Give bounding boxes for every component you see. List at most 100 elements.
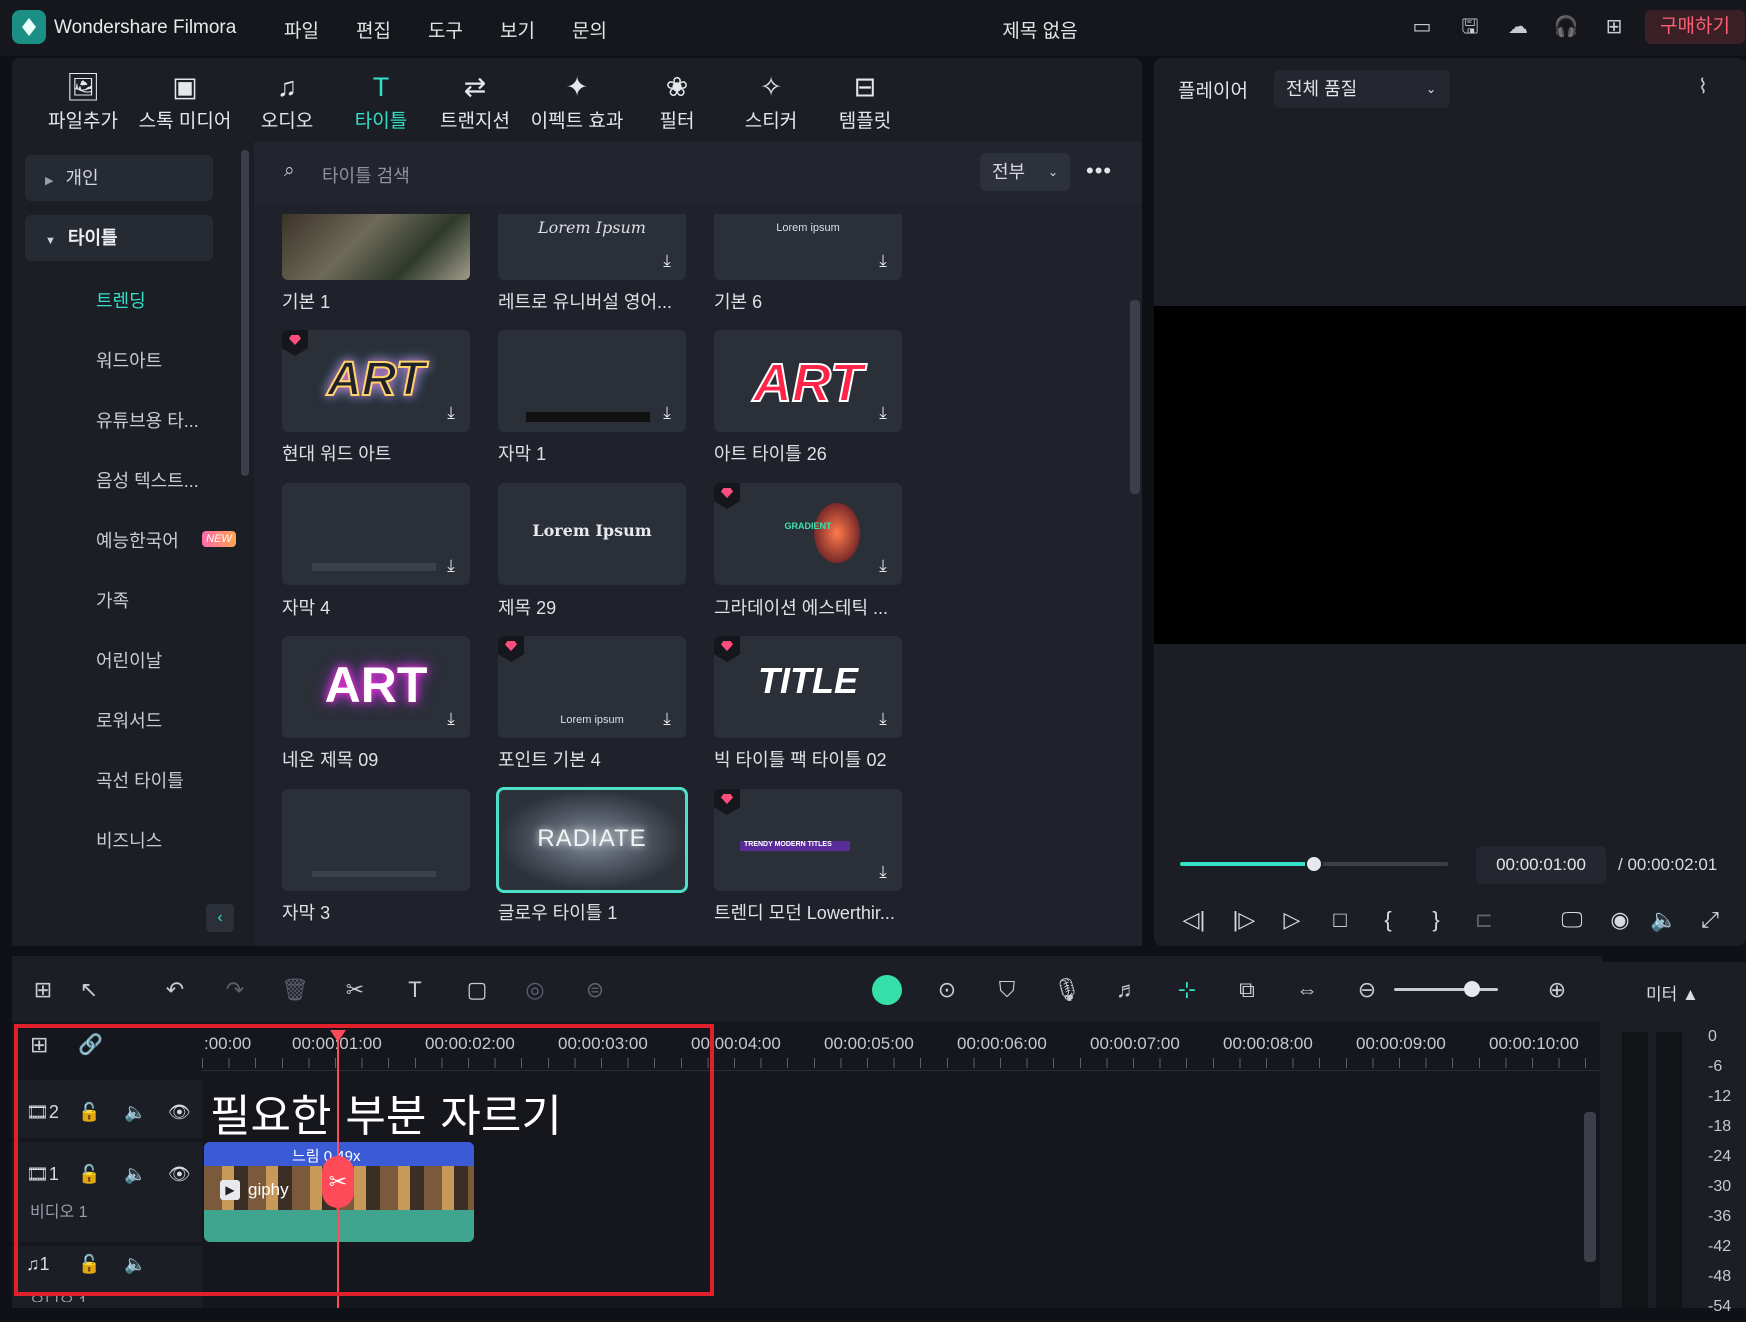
delete-icon[interactable]: 🗑 xyxy=(280,975,310,1005)
title-card-basic-6[interactable]: Lorem ipsum ⤓ xyxy=(714,214,902,280)
download-icon[interactable]: ⤓ xyxy=(656,402,678,424)
audio-list-icon[interactable]: ♬ xyxy=(1112,975,1142,1005)
buy-button[interactable]: 구매하기 xyxy=(1645,10,1745,44)
title-card-art-title-26[interactable]: ART ⤓ xyxy=(714,330,902,432)
download-icon[interactable]: ⤓ xyxy=(440,402,462,424)
title-card-point-basic-4[interactable]: Lorem ipsum ⤓ xyxy=(498,636,686,738)
tool-templates[interactable]: ⊟ 템플릿 xyxy=(810,70,920,133)
tool-import[interactable]: 🖼 파일추가 xyxy=(28,70,138,133)
title-card-glow-title-1[interactable]: RADIATE xyxy=(496,787,688,893)
download-icon[interactable]: ⤓ xyxy=(440,708,462,730)
playhead-knob[interactable] xyxy=(1305,855,1323,873)
waveform-monitor-icon[interactable]: ⌇ xyxy=(1698,74,1708,99)
download-icon[interactable]: ⤓ xyxy=(872,861,894,883)
tool-stock-media[interactable]: ▣ 스톡 미디어 xyxy=(130,70,240,133)
tool-effects[interactable]: ✦ 이펙트 효과 xyxy=(522,70,632,133)
speech-to-text-icon[interactable]: ⊜ xyxy=(580,975,610,1005)
tool-transitions[interactable]: ⇄ 트랜지션 xyxy=(420,70,530,133)
menu-file[interactable]: 파일 xyxy=(284,16,319,43)
text-tool-icon[interactable]: T xyxy=(400,975,430,1005)
menu-help[interactable]: 문의 xyxy=(572,16,607,43)
quality-dropdown[interactable]: 전체 품질 ⌄ xyxy=(1274,70,1450,108)
stop-icon[interactable]: □ xyxy=(1324,904,1356,936)
title-card-basic-1[interactable] xyxy=(282,214,470,280)
download-icon[interactable]: ⤓ xyxy=(872,708,894,730)
menu-view[interactable]: 보기 xyxy=(500,16,535,43)
fullscreen-icon[interactable]: ⤢ xyxy=(1694,904,1726,936)
sidebar-item-family[interactable]: 가족 xyxy=(96,587,129,613)
render-preview-icon[interactable]: ⊙ xyxy=(932,975,962,1005)
title-card-big-title-pack-02[interactable]: TITLE ⤓ xyxy=(714,636,902,738)
zoom-slider-knob[interactable] xyxy=(1464,981,1480,997)
filter-dropdown[interactable]: 전부 ⌄ xyxy=(980,153,1070,191)
sidebar-item-youtube[interactable]: 유튜브용 타... xyxy=(96,407,199,433)
more-options-icon[interactable]: ••• xyxy=(1086,158,1112,184)
timeline-scrollbar[interactable] xyxy=(1584,1112,1596,1262)
download-icon[interactable]: ⤓ xyxy=(872,555,894,577)
select-pointer-icon[interactable]: ↖ xyxy=(74,975,104,1005)
title-card-neon-title-09[interactable]: ART ⤓ xyxy=(282,636,470,738)
download-icon[interactable]: ⤓ xyxy=(872,402,894,424)
sidebar-personal[interactable]: ▶ 개인 xyxy=(25,155,213,201)
sidebar-item-lower-third[interactable]: 로워서드 xyxy=(96,707,162,733)
ai-assistant-icon[interactable] xyxy=(872,975,902,1005)
layout-icon[interactable]: ▭ xyxy=(1409,14,1435,40)
redo-icon[interactable]: ↷ xyxy=(220,975,250,1005)
fit-timeline-icon[interactable]: ⇔ xyxy=(1292,975,1322,1005)
insert-icon[interactable]: ⊏ xyxy=(1468,904,1500,936)
download-icon[interactable]: ⤓ xyxy=(656,250,678,272)
content-scrollbar[interactable] xyxy=(1130,300,1140,494)
download-icon[interactable]: ⤓ xyxy=(872,250,894,272)
mark-in-icon[interactable]: { xyxy=(1372,904,1404,936)
play-icon[interactable]: ▷ xyxy=(1276,904,1308,936)
prev-frame-icon[interactable]: ◁| xyxy=(1178,904,1210,936)
title-card-trendy-modern-lowerthird[interactable]: TRENDY MODERN TITLES ⤓ xyxy=(714,789,902,891)
headset-icon[interactable]: 🎧 xyxy=(1553,14,1579,40)
crop-icon[interactable]: ▢ xyxy=(462,975,492,1005)
search-input[interactable]: 타이틀 검색 xyxy=(322,162,410,188)
volume-icon[interactable]: 🔈 xyxy=(1648,904,1680,936)
cloud-upload-icon[interactable]: ☁ xyxy=(1505,14,1531,40)
sidebar-scrollbar[interactable] xyxy=(241,150,249,476)
sidebar-item-variety-korean[interactable]: 예능한국어 xyxy=(96,527,179,553)
save-icon[interactable]: 🖫 xyxy=(1457,14,1483,40)
display-icon[interactable]: 🖵 xyxy=(1556,904,1588,936)
zoom-slider-track[interactable] xyxy=(1394,988,1498,991)
title-card-retro-universal[interactable]: Lorem Ipsum ⤓ xyxy=(498,214,686,280)
microphone-icon[interactable]: 🎙 xyxy=(1052,975,1082,1005)
next-frame-icon[interactable]: |▷ xyxy=(1228,904,1260,936)
sidebar-titles[interactable]: ▼ 타이틀 xyxy=(25,215,213,261)
marker-icon[interactable]: ⛉ xyxy=(992,975,1022,1005)
sidebar-item-speech-text[interactable]: 음성 텍스트... xyxy=(96,467,199,493)
download-icon[interactable]: ⤓ xyxy=(440,555,462,577)
title-card-subtitle-1[interactable]: ⤓ xyxy=(498,330,686,432)
zoom-out-icon[interactable]: ⊖ xyxy=(1352,975,1382,1005)
cut-icon[interactable]: ✂ xyxy=(340,975,370,1005)
title-card-subtitle-3[interactable] xyxy=(282,789,470,891)
menu-edit[interactable]: 편집 xyxy=(356,16,391,43)
download-icon[interactable]: ⤓ xyxy=(656,708,678,730)
collapse-sidebar-button[interactable]: ‹ xyxy=(206,904,234,932)
title-card-title-29[interactable]: Lorem Ipsum xyxy=(498,483,686,585)
title-card-subtitle-4[interactable]: ⤓ xyxy=(282,483,470,585)
color-icon[interactable]: ◎ xyxy=(520,975,550,1005)
sidebar-item-business[interactable]: 비즈니스 xyxy=(96,827,162,853)
sidebar-item-trending[interactable]: 트렌딩 xyxy=(96,287,146,313)
meter-label[interactable]: 미터 ▲ xyxy=(1646,980,1699,1005)
layout-grid-icon[interactable]: ⊞ xyxy=(28,975,58,1005)
zoom-in-icon[interactable]: ⊕ xyxy=(1542,975,1572,1005)
mark-out-icon[interactable]: } xyxy=(1420,904,1452,936)
current-time[interactable]: 00:00:01:00 xyxy=(1476,846,1606,884)
apps-grid-icon[interactable]: ⊞ xyxy=(1601,14,1627,40)
snap-icon[interactable]: ⊹ xyxy=(1172,975,1202,1005)
sidebar-item-curve-title[interactable]: 곡선 타이틀 xyxy=(96,767,184,793)
title-card-modern-wordart[interactable]: ART ⤓ xyxy=(282,330,470,432)
preview-toggle-icon[interactable]: ⧉ xyxy=(1232,975,1262,1005)
new-badge: NEW xyxy=(202,531,236,547)
title-card-gradient-aesthetic[interactable]: GRADIENT ⤓ xyxy=(714,483,902,585)
sidebar-item-wordart[interactable]: 워드아트 xyxy=(96,347,162,373)
menu-tools[interactable]: 도구 xyxy=(428,16,463,43)
snapshot-icon[interactable]: ◉ xyxy=(1604,904,1636,936)
undo-icon[interactable]: ↶ xyxy=(160,975,190,1005)
sidebar-item-childrens-day[interactable]: 어린이날 xyxy=(96,647,162,673)
